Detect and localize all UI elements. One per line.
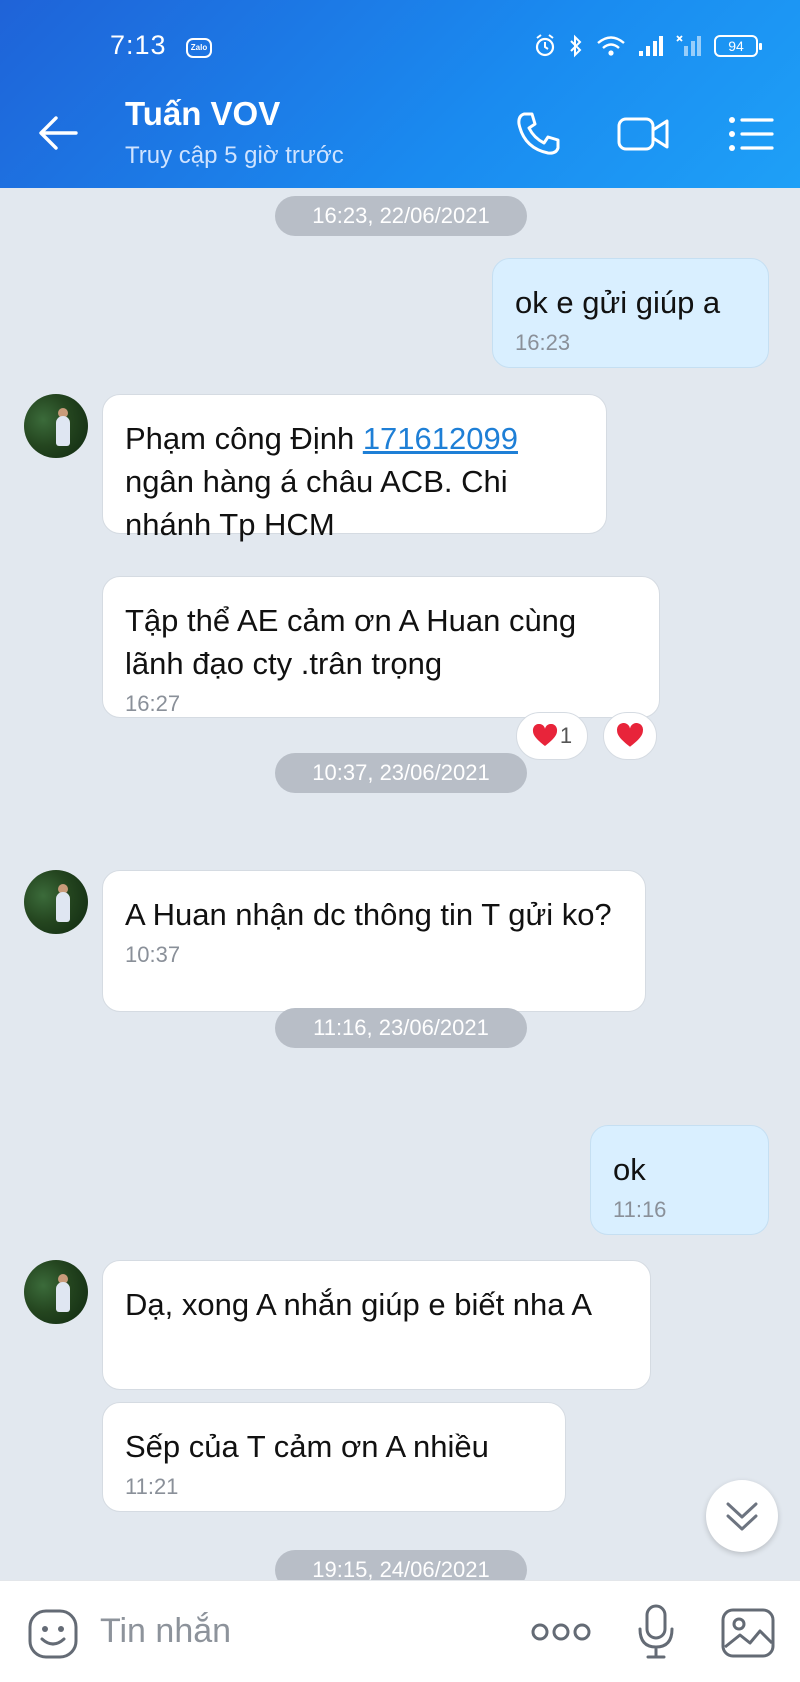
date-separator: 10:37, 23/06/2021 xyxy=(275,753,527,793)
image-icon[interactable] xyxy=(720,1607,776,1659)
more-dots-icon[interactable] xyxy=(530,1619,592,1645)
emoji-icon[interactable] xyxy=(26,1607,80,1661)
menu-list-icon[interactable] xyxy=(724,106,780,162)
message-text: Dạ, xong A nhắn giúp e biết nha A xyxy=(125,1287,593,1322)
signal-icon xyxy=(639,36,663,56)
message-text: A Huan nhận dc thông tin T gửi ko? xyxy=(125,897,612,932)
back-arrow-icon[interactable] xyxy=(36,110,82,156)
message-text: ok xyxy=(613,1152,646,1187)
incoming-message[interactable]: Dạ, xong A nhắn giúp e biết nha A xyxy=(102,1260,651,1390)
message-time: 11:16 xyxy=(613,1197,667,1222)
bluetooth-icon xyxy=(570,34,582,58)
avatar[interactable] xyxy=(24,870,88,934)
incoming-message[interactable]: A Huan nhận dc thông tin T gửi ko? 10:37 xyxy=(102,870,646,1012)
status-icons: 94 xyxy=(534,30,762,62)
message-list[interactable]: 16:23, 22/06/2021 ok e gửi giúp a 16:23 … xyxy=(0,188,800,1580)
microphone-icon[interactable] xyxy=(636,1603,676,1661)
chevron-double-down-icon xyxy=(726,1502,758,1531)
message-time: 10:37 xyxy=(125,942,181,967)
heart-icon xyxy=(617,723,643,747)
incoming-message[interactable]: Phạm công Định 171612099 ngân hàng á châ… xyxy=(102,394,607,542)
message-text: ngân hàng á châu ACB. Chi nhánh Tp HCM xyxy=(125,464,508,542)
alarm-icon xyxy=(535,34,555,57)
avatar[interactable] xyxy=(24,394,88,458)
reaction-number: 1 xyxy=(559,723,573,748)
date-separator: 11:16, 23/06/2021 xyxy=(275,1008,527,1048)
outgoing-message[interactable]: ok e gửi giúp a 16:23 xyxy=(492,258,769,368)
account-number-link[interactable]: 171612099 xyxy=(363,421,518,456)
date-separator: 19:15, 24/06/2021 xyxy=(275,1550,527,1580)
message-text: Phạm công Định xyxy=(125,421,363,456)
heart-icon xyxy=(532,724,557,746)
date-separator: 16:23, 22/06/2021 xyxy=(275,196,527,236)
message-input[interactable] xyxy=(100,1603,500,1659)
incoming-message[interactable]: Sếp của T cảm ơn A nhiều 11:21 xyxy=(102,1402,566,1512)
add-reaction-button[interactable] xyxy=(603,712,657,760)
outgoing-message[interactable]: ok 11:16 xyxy=(590,1125,769,1235)
video-call-icon[interactable] xyxy=(615,106,671,162)
avatar[interactable] xyxy=(24,1260,88,1324)
contact-status: Truy cập 5 giờ trước xyxy=(125,142,344,169)
chat-header: 7:13 Zalo 94 Tuấn VOV Truy cập 5 giờ trư… xyxy=(0,0,800,188)
message-input-bar xyxy=(0,1580,800,1682)
message-time: 11:21 xyxy=(125,1474,179,1499)
zalo-notification-icon: Zalo xyxy=(186,38,212,58)
message-text: Sếp của T cảm ơn A nhiều xyxy=(125,1429,489,1464)
message-text: Tập thể AE cảm ơn A Huan cùng lãnh đạo c… xyxy=(125,603,577,681)
battery-icon: 94 xyxy=(714,35,762,57)
scroll-to-bottom-button[interactable] xyxy=(706,1480,778,1552)
contact-name[interactable]: Tuấn VOV xyxy=(125,95,280,133)
status-time: 7:13 xyxy=(110,30,167,60)
reaction-count[interactable]: 1 xyxy=(516,712,588,760)
signal-icon xyxy=(676,35,701,56)
incoming-message[interactable]: Tập thể AE cảm ơn A Huan cùng lãnh đạo c… xyxy=(102,576,660,718)
message-time: 16:23 xyxy=(515,330,571,355)
phone-icon[interactable] xyxy=(510,106,566,162)
message-text: ok e gửi giúp a xyxy=(515,285,721,320)
wifi-icon xyxy=(597,36,625,56)
status-bar: 7:13 Zalo 94 xyxy=(0,0,800,80)
